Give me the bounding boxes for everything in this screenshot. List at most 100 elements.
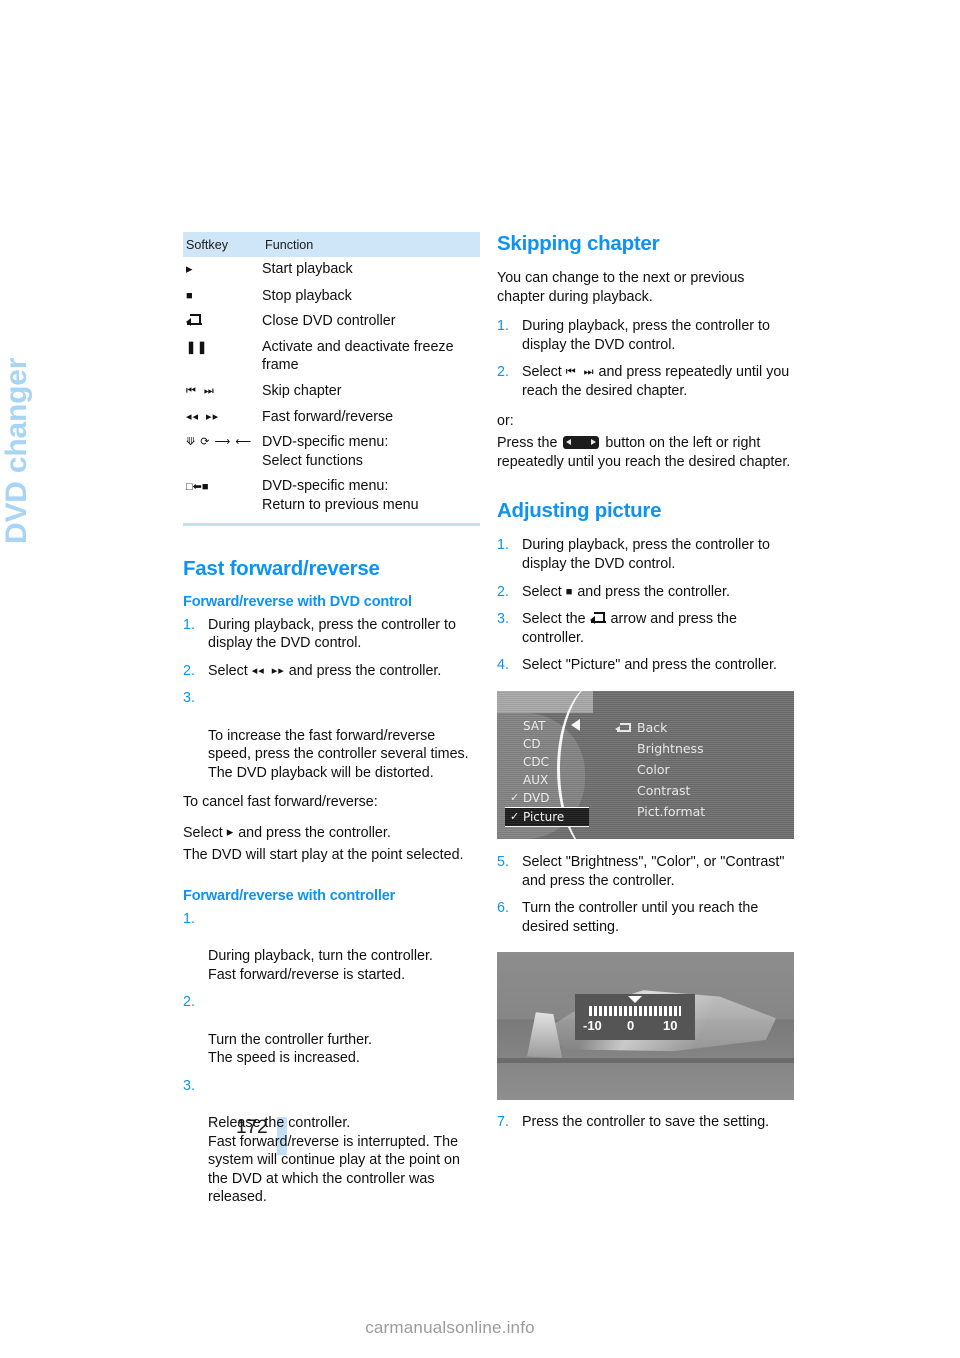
list-item: 1. During playback, turn the controller.…	[183, 910, 480, 984]
list-item: 1. During playback, press the controller…	[497, 536, 794, 573]
row-function-label: Stop playback	[262, 287, 352, 304]
subsection-heading-forward-controller: Forward/reverse with controller	[183, 888, 396, 905]
step-text-post: and press the controller.	[284, 662, 442, 679]
row-function-label: DVD-specific menu: Select functions	[262, 434, 389, 469]
steps-forward-dvd-control: 1. During playback, press the controller…	[183, 616, 480, 783]
submenu-item-color[interactable]: Color	[615, 759, 705, 780]
skip-chapter-icon: ⏮ ⏭	[186, 384, 215, 397]
row-function-label: Close DVD controller	[262, 313, 396, 330]
list-item: 2. Select ◂◂ ▸▸ and press the controller.	[183, 662, 480, 681]
steps-adjusting-picture-continued: 5. Select "Brightness", "Color", or "Con…	[497, 853, 794, 936]
site-watermark: carmanualsonline.info	[365, 1318, 535, 1337]
figure-picture-submenu: Back Brightness Color Contrast Pict.form…	[615, 717, 705, 822]
step-number: 1.	[183, 616, 195, 633]
submenu-item-label: Color	[637, 761, 670, 777]
step-text-pre: Select the	[522, 611, 590, 628]
list-item: 6. Turn the controller until you reach t…	[497, 899, 794, 936]
subsection-heading-forward-dvd-control: Forward/reverse with DVD control	[183, 593, 412, 610]
row-function-label: Skip chapter	[262, 382, 342, 399]
scale-bars	[589, 1006, 681, 1017]
menu-item-label: AUX	[523, 772, 549, 787]
scale-label-mid: 0	[627, 1018, 635, 1034]
step-text: Release the controller. Fast forward/rev…	[208, 1115, 460, 1206]
step-text-post: and press the controller.	[573, 583, 730, 600]
table-row: ◂◂ ▸▸ Fast forward/reverse	[183, 405, 480, 431]
list-item: 3. Select the arrow and press the contro…	[497, 610, 794, 647]
submenu-item-label: Back	[637, 719, 668, 735]
step-number: 7.	[497, 1114, 509, 1131]
list-item: 4. Select "Picture" and press the contro…	[497, 656, 794, 675]
row-function-label: Activate and deactivate freeze frame	[262, 338, 454, 374]
scale-overlay: -10 0 10	[575, 994, 695, 1041]
table-row: ❚❚ Activate and deactivate freeze frame	[183, 335, 480, 379]
table-row: ⟱ ⟳ ⟶ ⟵ DVD-specific menu: Select functi…	[183, 430, 480, 474]
submenu-item-brightness[interactable]: Brightness	[615, 738, 705, 759]
cancel-result-text: The DVD will start play at the point sel…	[183, 847, 464, 864]
back-arrow-icon	[589, 612, 607, 625]
step-number: 6.	[497, 900, 509, 917]
menu-item-cdc[interactable]: CDC	[505, 753, 589, 771]
column-header-function: Function	[262, 232, 480, 257]
section-heading-fast-forward: Fast forward/reverse	[183, 556, 380, 580]
chapter-title-text: DVD changer	[0, 357, 33, 544]
scale-marker-icon	[628, 996, 642, 1004]
pause-icon: ❚❚	[186, 339, 209, 354]
skip-chapter-icon: ⏮ ⏭	[565, 366, 595, 379]
column-header-softkey: Softkey	[183, 232, 262, 257]
softkey-table-body: ▸ Start playback ■ Stop playback Close D…	[183, 257, 480, 519]
cancel-intro-text: To cancel fast forward/reverse:	[183, 794, 378, 811]
menu-item-label: Picture	[523, 809, 565, 824]
steps-forward-controller: 1. During playback, turn the controller.…	[183, 910, 480, 1207]
skipping-intro-text: You can change to the next or previous c…	[497, 270, 745, 305]
menu-item-aux[interactable]: AUX	[505, 771, 589, 789]
row-function-label: Fast forward/reverse	[262, 408, 394, 425]
submenu-item-label: Pict.format	[637, 803, 706, 819]
list-item: 2. Select ■ and press the controller.	[497, 583, 794, 602]
step-number: 2.	[183, 994, 195, 1011]
return-previous-menu-icon: □⬅■	[186, 481, 209, 494]
step-number: 3.	[497, 611, 509, 628]
section-heading-adjusting-picture: Adjusting picture	[497, 499, 662, 523]
step-number: 5.	[497, 853, 509, 870]
menu-item-dvd[interactable]: ✓ DVD	[505, 789, 589, 807]
step-number: 3.	[183, 1077, 195, 1094]
figure-cursor-arrow-icon	[571, 718, 580, 731]
step-text-pre: Select	[522, 583, 566, 600]
table-row: ▸ Start playback	[183, 257, 480, 284]
softkey-table-head: Softkey Function	[183, 232, 480, 257]
play-icon: ▸	[186, 261, 194, 276]
list-item: 3. To increase the fast forward/reverse …	[183, 689, 480, 782]
step-text: To increase the fast forward/reverse spe…	[208, 727, 469, 781]
direction-arrows-icon: ⟱ ⟳ ⟶ ⟵	[186, 436, 253, 449]
menu-item-cd[interactable]: CD	[505, 735, 589, 753]
back-arrow-icon	[615, 722, 631, 733]
skipping-alt-instruction: Press the button on the left or right re…	[497, 434, 794, 471]
submenu-item-pict-format[interactable]: Pict.format	[615, 801, 705, 822]
checkmark-icon: ✓	[510, 809, 520, 823]
menu-item-picture[interactable]: ✓ Picture	[505, 806, 589, 827]
submenu-item-label: Brightness	[637, 740, 704, 756]
submenu-item-back[interactable]: Back	[615, 717, 705, 738]
list-item: 2. Select ⏮ ⏭ and press repeatedly until …	[497, 363, 794, 400]
list-item: 1. During playback, press the controller…	[183, 616, 480, 653]
figure-brightness-scale: -10 0 10 MHCB01073	[497, 952, 794, 1101]
step-text-pre: Select	[522, 364, 566, 381]
softkey-table: Softkey Function ▸ Start playback ■ Stop…	[183, 232, 480, 519]
steps-adjusting-picture: 1. During playback, press the controller…	[497, 536, 794, 675]
submenu-item-contrast[interactable]: Contrast	[615, 780, 705, 801]
step-text: During playback, press the controller to…	[208, 616, 456, 652]
step-number: 3.	[183, 690, 195, 707]
steps-adjusting-picture-final: 7. Press the controller to save the sett…	[497, 1113, 794, 1132]
step-number: 2.	[497, 364, 509, 381]
list-item: 1. During playback, press the controller…	[497, 317, 794, 354]
alt-pre: Press the	[497, 435, 562, 452]
step-text: During playback, turn the controller. Fa…	[208, 948, 433, 983]
cancel-pre: Select	[183, 824, 227, 841]
menu-item-label: SAT	[523, 718, 546, 733]
table-row: Close DVD controller	[183, 309, 480, 335]
cancel-instruction: Select ▸ and press the controller.	[183, 823, 480, 843]
figure-source-menu: SAT CD CDC AUX ✓ DVD ✓ Picture	[505, 717, 589, 827]
cancel-post: and press the controller.	[234, 824, 391, 841]
step-text: During playback, press the controller to…	[522, 318, 770, 353]
right-column: Skipping chapter You can change to the n…	[497, 232, 794, 1143]
